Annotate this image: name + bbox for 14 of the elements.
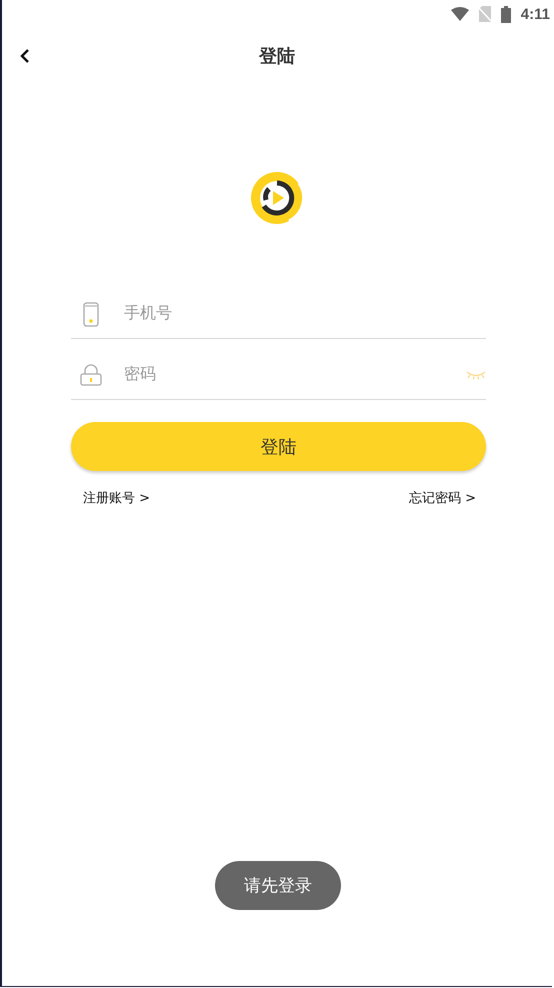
forgot-password-link[interactable]: 忘记密码 > — [408, 489, 476, 507]
battery-icon — [500, 6, 511, 22]
toast-message: 请先登录 — [215, 861, 341, 910]
back-icon[interactable] — [20, 48, 30, 64]
login-button[interactable]: 登陆 — [71, 422, 486, 471]
phone-icon — [83, 302, 99, 326]
play-logo-icon — [249, 170, 305, 226]
status-time: 4:11 — [520, 6, 550, 22]
register-link[interactable]: 注册账号 > — [83, 489, 150, 507]
lock-icon — [80, 364, 102, 386]
phone-input-field[interactable]: 手机号 — [124, 305, 486, 323]
page-title: 登陆 — [259, 45, 295, 68]
wifi-icon — [450, 7, 469, 21]
no-sim-icon — [478, 6, 491, 22]
